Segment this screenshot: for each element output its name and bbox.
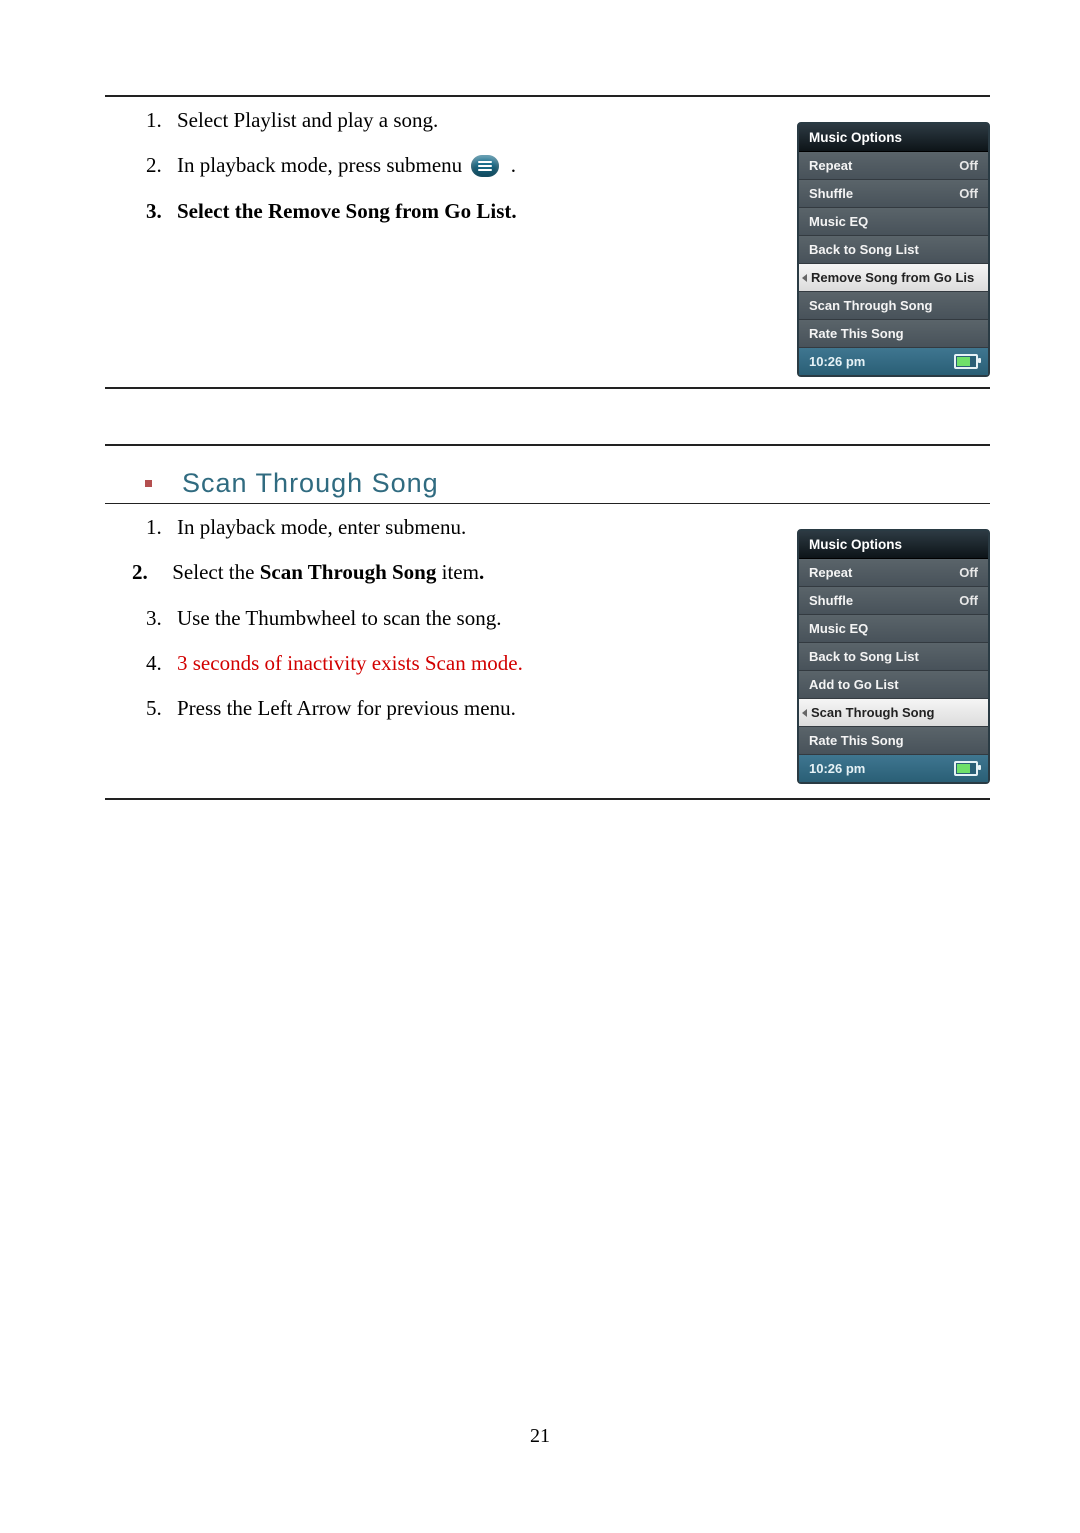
step-item: Select Playlist and play a song.: [167, 107, 772, 134]
step-item: 3 seconds of inactivity exists Scan mode…: [167, 650, 772, 677]
device-menu-value: Off: [959, 158, 978, 173]
section-heading: Scan Through Song: [105, 468, 990, 504]
device-menu-item: Remove Song from Go Lis: [799, 264, 988, 292]
device-menu-value: Off: [959, 565, 978, 580]
device-menu-value: Off: [959, 186, 978, 201]
step-text: In playback mode, enter submenu.: [177, 515, 466, 539]
device-menu-item: Shuffle Off: [799, 587, 988, 615]
section-divider: [105, 387, 990, 389]
device-menu-label: Music EQ: [809, 214, 868, 229]
device-screenshot-1: Music Options Repeat Off Shuffle Off Music E…: [797, 122, 990, 377]
device-menu-item: Scan Through Song: [799, 292, 988, 320]
device-menu-label: Rate This Song: [809, 733, 904, 748]
battery-icon: [954, 761, 978, 776]
device-menu-label: Repeat: [809, 565, 852, 580]
step-item: Select the Remove Song from Go List.: [167, 198, 772, 225]
step-number: 2.: [132, 560, 148, 584]
step-item: 2. Select the Scan Through Song item.: [132, 559, 772, 586]
device-screenshot-2: Music Options Repeat Off Shuffle Off Music E…: [797, 529, 990, 784]
step-text: Select the Remove Song from Go List.: [177, 199, 517, 223]
step-item: In playback mode, enter submenu.: [167, 514, 772, 541]
device-menu-label: Scan Through Song: [811, 705, 935, 720]
device-menu-item: Repeat Off: [799, 152, 988, 180]
device-menu: Repeat Off Shuffle Off Music EQ Back to Song …: [799, 559, 988, 755]
device-menu-item: Music EQ: [799, 615, 988, 643]
device-menu-value: Off: [959, 593, 978, 608]
steps-list-1: Select Playlist and play a song. In play…: [105, 107, 772, 243]
device-status-bar: 10:26 pm: [799, 348, 988, 375]
device-time: 10:26 pm: [809, 761, 865, 776]
step-text: Press the Left Arrow for previous menu.: [177, 696, 516, 720]
device-menu-label: Rate This Song: [809, 326, 904, 341]
step-text: Select Playlist and play a song.: [177, 108, 438, 132]
submenu-icon: [471, 155, 499, 177]
device-menu-item: Shuffle Off: [799, 180, 988, 208]
device-title: Music Options: [799, 124, 988, 152]
steps-list-2: In playback mode, enter submenu. 2. Sele…: [105, 514, 772, 740]
section-remove-song: Select Playlist and play a song. In play…: [105, 95, 990, 387]
device-menu-label: Remove Song from Go Lis: [811, 270, 974, 285]
device-menu-label: Back to Song List: [809, 649, 919, 664]
step-item: Use the Thumbwheel to scan the song.: [167, 605, 772, 632]
step-text: .: [511, 153, 516, 177]
step-item: Press the Left Arrow for previous menu.: [167, 695, 772, 722]
device-menu-item: Add to Go List: [799, 671, 988, 699]
device-menu-item: Repeat Off: [799, 559, 988, 587]
battery-icon: [954, 354, 978, 369]
device-menu-item: Scan Through Song: [799, 699, 988, 727]
device-menu-label: Music EQ: [809, 621, 868, 636]
device-menu-label: Scan Through Song: [809, 298, 933, 313]
device-menu-item: Rate This Song: [799, 320, 988, 348]
page-number: 21: [0, 1425, 1080, 1448]
device-menu-item: Back to Song List: [799, 643, 988, 671]
device-menu-label: Shuffle: [809, 593, 853, 608]
step-text: Use the Thumbwheel to scan the song.: [177, 606, 501, 630]
device-menu: Repeat Off Shuffle Off Music EQ Back to Song …: [799, 152, 988, 348]
device-menu-label: Repeat: [809, 158, 852, 173]
device-menu-label: Add to Go List: [809, 677, 899, 692]
section-divider: [105, 798, 990, 800]
device-menu-item: Back to Song List: [799, 236, 988, 264]
device-menu-item: Rate This Song: [799, 727, 988, 755]
step-text: In playback mode, press submenu: [177, 153, 462, 177]
device-time: 10:26 pm: [809, 354, 865, 369]
section-body: Select Playlist and play a song. In play…: [105, 107, 990, 377]
bullet-icon: [145, 480, 152, 487]
manual-page: Select Playlist and play a song. In play…: [0, 0, 1080, 1533]
device-menu-item: Music EQ: [799, 208, 988, 236]
device-menu-label: Shuffle: [809, 186, 853, 201]
device-menu-label: Back to Song List: [809, 242, 919, 257]
section-body: In playback mode, enter submenu. 2. Sele…: [105, 514, 990, 784]
section-scan-through-song: Scan Through Song In playback mode, ente…: [105, 444, 990, 784]
step-item: In playback mode, press submenu .: [167, 152, 772, 179]
device-status-bar: 10:26 pm: [799, 755, 988, 782]
step-text: 3 seconds of inactivity exists Scan mode…: [177, 651, 523, 675]
step-text: Select the Scan Through Song item.: [172, 560, 484, 584]
heading-text: Scan Through Song: [182, 468, 439, 499]
device-title: Music Options: [799, 531, 988, 559]
